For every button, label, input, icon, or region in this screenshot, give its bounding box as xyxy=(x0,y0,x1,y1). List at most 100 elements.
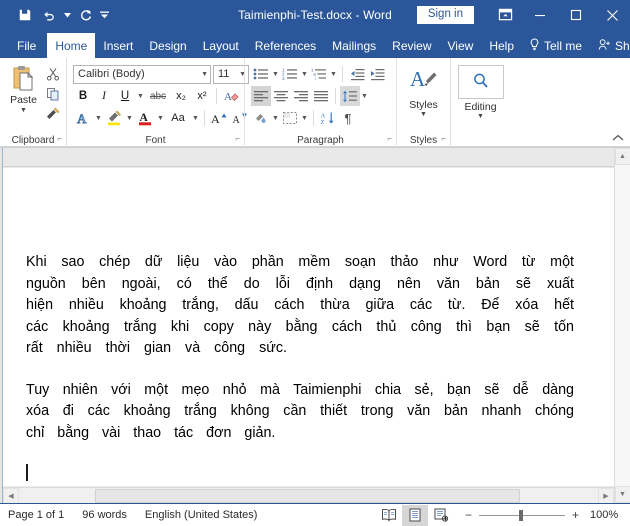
web-layout-button[interactable] xyxy=(428,505,454,526)
text-highlight-dropdown-icon[interactable]: ▼ xyxy=(125,108,134,128)
subscript-button[interactable]: x₂ xyxy=(171,86,191,106)
tab-view[interactable]: View xyxy=(440,34,482,58)
text-effects-icon[interactable]: A xyxy=(73,108,93,128)
minimize-icon[interactable] xyxy=(522,0,558,30)
styles-dialog-launcher-icon[interactable]: ⌐ xyxy=(441,134,446,143)
maximize-icon[interactable] xyxy=(558,0,594,30)
line-spacing-button[interactable] xyxy=(340,86,360,106)
styles-dropdown-icon[interactable]: ▼ xyxy=(420,111,427,119)
save-icon[interactable] xyxy=(14,4,36,26)
scroll-right-icon[interactable]: ▶ xyxy=(598,487,614,503)
scroll-left-icon[interactable]: ◀ xyxy=(3,487,19,503)
clipboard-dialog-launcher-icon[interactable]: ⌐ xyxy=(57,134,62,143)
shading-dropdown-icon[interactable]: ▼ xyxy=(271,108,280,128)
quick-access-toolbar xyxy=(0,4,110,26)
zoom-slider-thumb[interactable] xyxy=(519,509,523,521)
multilevel-dropdown-icon[interactable]: ▼ xyxy=(329,64,338,84)
tab-insert[interactable]: Insert xyxy=(95,34,141,58)
align-center-button[interactable] xyxy=(271,86,291,106)
redo-icon[interactable] xyxy=(75,4,97,26)
undo-dropdown-icon[interactable] xyxy=(62,4,73,26)
zoom-control[interactable]: − + 100% xyxy=(464,508,622,522)
font-size-value: 11 xyxy=(218,68,230,80)
borders-icon[interactable] xyxy=(280,108,300,128)
zoom-in-button[interactable]: + xyxy=(571,508,580,522)
italic-button[interactable]: I xyxy=(94,86,114,106)
change-case-button[interactable]: Aa xyxy=(166,108,190,128)
paste-dropdown-icon[interactable]: ▼ xyxy=(20,107,27,114)
document-page[interactable]: Khi sao chép dữ liệu vào phần mềm soạn t… xyxy=(3,168,614,486)
clear-formatting-icon[interactable]: A xyxy=(221,86,241,106)
editing-button[interactable]: Editing ▼ xyxy=(457,62,505,121)
text-effects-dropdown-icon[interactable]: ▼ xyxy=(94,108,103,128)
change-case-dropdown-icon[interactable]: ▼ xyxy=(191,108,200,128)
paragraph-dialog-launcher-icon[interactable]: ⌐ xyxy=(387,134,392,143)
format-painter-icon[interactable] xyxy=(43,105,62,123)
editing-dropdown-icon[interactable]: ▼ xyxy=(477,113,484,121)
horizontal-scroll-thumb[interactable] xyxy=(95,488,520,503)
sign-in-button[interactable]: Sign in xyxy=(416,5,474,25)
tab-design[interactable]: Design xyxy=(141,34,194,58)
tab-help[interactable]: Help xyxy=(481,34,522,58)
borders-dropdown-icon[interactable]: ▼ xyxy=(300,108,309,128)
increase-indent-icon[interactable] xyxy=(367,64,387,84)
underline-button[interactable]: U xyxy=(115,86,135,106)
styles-button[interactable]: A Styles ▼ xyxy=(401,62,446,119)
font-dialog-launcher-icon[interactable]: ⌐ xyxy=(235,134,240,143)
bold-button[interactable]: B xyxy=(73,86,93,106)
font-name-dropdown-icon[interactable]: ▼ xyxy=(199,71,208,78)
line-spacing-dropdown-icon[interactable]: ▼ xyxy=(360,86,369,106)
multilevel-list-icon[interactable]: 1ai xyxy=(309,64,329,84)
tab-references[interactable]: References xyxy=(247,34,324,58)
superscript-button[interactable]: x² xyxy=(192,86,212,106)
copy-icon[interactable] xyxy=(43,85,62,103)
strikethrough-button[interactable]: abc xyxy=(146,86,170,106)
zoom-slider-track[interactable] xyxy=(479,509,565,521)
customize-quick-access-toolbar-icon[interactable] xyxy=(99,4,110,26)
font-color-dropdown-icon[interactable]: ▼ xyxy=(156,108,165,128)
tab-layout[interactable]: Layout xyxy=(195,34,247,58)
sort-icon[interactable]: AZ xyxy=(318,108,338,128)
cut-icon[interactable] xyxy=(43,65,62,83)
font-name-combo[interactable]: Calibri (Body) ▼ xyxy=(73,64,211,84)
collapse-ribbon-icon[interactable] xyxy=(612,134,624,144)
zoom-out-button[interactable]: − xyxy=(464,508,473,522)
numbering-icon[interactable]: 123 xyxy=(280,64,300,84)
print-layout-button[interactable] xyxy=(402,504,428,526)
grow-font-button[interactable]: A xyxy=(209,108,229,128)
shading-icon[interactable] xyxy=(251,108,271,128)
read-mode-button[interactable] xyxy=(376,505,402,526)
zoom-percent-label[interactable]: 100% xyxy=(590,509,622,521)
show-formatting-marks-button[interactable]: ¶ xyxy=(338,108,358,128)
horizontal-scrollbar[interactable]: ◀ ▶ xyxy=(3,487,614,503)
numbering-dropdown-icon[interactable]: ▼ xyxy=(300,64,309,84)
horizontal-scroll-track[interactable] xyxy=(19,487,598,503)
scroll-down-icon[interactable]: ▼ xyxy=(614,486,630,503)
text-highlight-color-icon[interactable] xyxy=(104,108,124,128)
bullets-icon[interactable] xyxy=(251,64,271,84)
tab-home[interactable]: Home xyxy=(47,33,96,58)
paste-button[interactable]: Paste ▼ xyxy=(4,62,43,114)
tab-review[interactable]: Review xyxy=(384,34,439,58)
underline-dropdown-icon[interactable]: ▼ xyxy=(136,86,145,106)
vertical-scrollbar[interactable]: ▲ ▼ xyxy=(614,148,630,503)
tab-file[interactable]: File xyxy=(6,34,47,58)
share-button[interactable]: Share xyxy=(591,34,630,58)
vertical-scroll-track[interactable] xyxy=(614,165,630,486)
align-left-button[interactable] xyxy=(251,86,271,106)
justify-button[interactable] xyxy=(311,86,331,106)
page-number-status[interactable]: Page 1 of 1 xyxy=(8,509,64,521)
bullets-dropdown-icon[interactable]: ▼ xyxy=(271,64,280,84)
decrease-indent-icon[interactable] xyxy=(347,64,367,84)
close-icon[interactable] xyxy=(594,0,630,30)
tab-mailings[interactable]: Mailings xyxy=(324,34,384,58)
word-count-status[interactable]: 96 words xyxy=(82,509,127,521)
ribbon-tab-strip: File Home Insert Design Layout Reference… xyxy=(0,30,630,58)
tell-me-button[interactable]: Tell me xyxy=(522,34,589,58)
font-color-icon[interactable]: A xyxy=(135,108,155,128)
undo-icon[interactable] xyxy=(38,4,60,26)
align-right-button[interactable] xyxy=(291,86,311,106)
language-status[interactable]: English (United States) xyxy=(145,509,258,521)
ribbon-display-options-icon[interactable] xyxy=(488,0,522,30)
scroll-up-icon[interactable]: ▲ xyxy=(614,148,630,165)
